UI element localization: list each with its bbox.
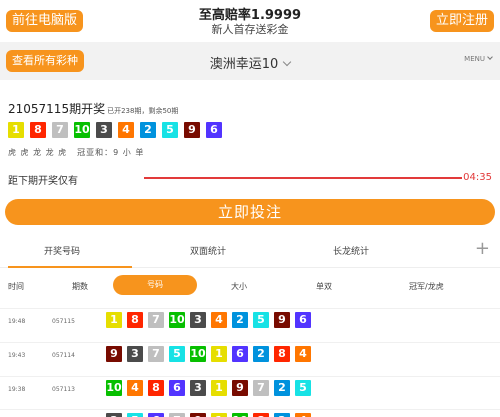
number-ball: 8: [274, 346, 290, 362]
number-ball: 2: [274, 380, 290, 396]
number-ball: 2: [274, 413, 290, 417]
chevron-down-icon: [283, 57, 292, 67]
number-ball: 6: [148, 413, 164, 417]
number-ball: 3: [96, 122, 112, 138]
number-ball: 5: [295, 380, 311, 396]
lottery-dropdown[interactable]: 澳洲幸运10: [0, 53, 500, 72]
number-ball: 8: [30, 122, 46, 138]
number-ball: 10: [74, 122, 90, 138]
number-ball: 7: [148, 346, 164, 362]
row-issue: 057113: [52, 386, 75, 393]
number-ball: 10: [190, 346, 206, 362]
number-ball: 5: [169, 346, 185, 362]
row-balls: 3 5 6 7 9 1 10 8 2 4: [106, 413, 311, 417]
number-ball: 6: [169, 380, 185, 396]
current-draw-balls: 1 8 7 10 3 4 2 5 9 6: [8, 122, 222, 138]
tab-draw-numbers[interactable]: 开奖号码: [44, 244, 80, 257]
filter-oddeven-button[interactable]: 单双: [316, 281, 332, 292]
draw-attributes: 虎 虎 龙 龙 虎冠亚和：9 小 单: [8, 147, 144, 158]
results-column-header: 时间 期数 号码 大小 单双 冠军/龙虎: [0, 275, 500, 297]
number-ball: 4: [118, 122, 134, 138]
filter-champion-button[interactable]: 冠军/龙虎: [409, 281, 444, 292]
number-ball: 2: [253, 346, 269, 362]
stats-tabs: 开奖号码 双面统计 长龙统计 +: [0, 237, 500, 268]
number-ball: 6: [232, 346, 248, 362]
row-time: 19:43: [8, 352, 26, 359]
countdown-time: 04:35: [463, 172, 492, 183]
number-ball: 1: [106, 312, 122, 328]
number-ball: 4: [211, 312, 227, 328]
menu-label: MENU: [464, 55, 485, 63]
number-ball: 1: [211, 346, 227, 362]
active-tab-indicator: [8, 266, 132, 268]
number-ball: 1: [211, 413, 227, 417]
number-ball: 3: [106, 413, 122, 417]
lottery-selector-bar: 查看所有彩种 澳洲幸运10 MENU: [0, 42, 500, 80]
number-ball: 8: [148, 380, 164, 396]
number-ball: 9: [106, 346, 122, 362]
bet-now-button[interactable]: 立即投注: [5, 199, 495, 225]
tab-two-sided-stats[interactable]: 双面统计: [190, 244, 226, 257]
promo-subtitle: 新人首存送彩金: [211, 23, 289, 36]
number-ball: 6: [295, 312, 311, 328]
number-ball: 7: [52, 122, 68, 138]
number-ball: 1: [211, 380, 227, 396]
number-ball: 7: [169, 413, 185, 417]
number-ball: 2: [140, 122, 156, 138]
menu-dropdown[interactable]: MENU: [464, 54, 493, 63]
number-ball: 8: [127, 312, 143, 328]
chevron-down-icon: [487, 54, 493, 60]
lottery-name: 澳洲幸运10: [209, 57, 279, 72]
issue-title: 21057115期开奖: [8, 102, 106, 116]
plus-icon[interactable]: +: [475, 238, 490, 259]
register-button[interactable]: 立即注册: [429, 10, 494, 32]
row-balls: 1 8 7 10 3 4 2 5 9 6: [106, 312, 311, 328]
number-ball: 4: [295, 346, 311, 362]
filter-size-button[interactable]: 大小: [231, 281, 247, 292]
draw-issue: 21057115期开奖 已开238期，剩余50期: [8, 100, 178, 117]
top-header: 前往电脑版 至高赔率1.9999 新人首存送彩金 立即注册: [0, 0, 500, 42]
row-issue: 057115: [52, 318, 75, 325]
number-ball: 7: [148, 312, 164, 328]
row-issue: 057114: [52, 352, 75, 359]
number-ball: 9: [232, 380, 248, 396]
number-ball: 3: [127, 346, 143, 362]
number-ball: 8: [253, 413, 269, 417]
number-ball: 2: [232, 312, 248, 328]
number-ball: 1: [8, 122, 24, 138]
number-ball: 9: [274, 312, 290, 328]
row-time: 19:48: [8, 318, 26, 325]
issue-info: 已开238期，剩余50期: [107, 107, 179, 115]
row-balls: 10 4 8 6 3 1 9 7 2 5: [106, 380, 311, 396]
countdown-label: 距下期开奖仅有: [8, 176, 78, 187]
col-issue: 期数: [72, 282, 88, 291]
number-ball: 9: [190, 413, 206, 417]
number-ball: 6: [206, 122, 222, 138]
filter-number-button[interactable]: 号码: [113, 275, 197, 295]
tab-long-dragon-stats[interactable]: 长龙统计: [333, 244, 369, 257]
row-balls: 9 3 7 5 10 1 6 2 8 4: [106, 346, 311, 362]
number-ball: 7: [253, 380, 269, 396]
number-ball: 5: [253, 312, 269, 328]
number-ball: 10: [169, 312, 185, 328]
sum-value: 9 小 单: [113, 148, 145, 157]
number-ball: 10: [106, 380, 122, 396]
number-ball: 4: [127, 380, 143, 396]
number-ball: 3: [190, 380, 206, 396]
sum-label: 冠亚和：: [77, 148, 114, 157]
number-ball: 3: [190, 312, 206, 328]
dragon-tiger-results: 虎 虎 龙 龙 虎: [8, 148, 68, 157]
number-ball: 10: [232, 413, 248, 417]
number-ball: 5: [127, 413, 143, 417]
number-ball: 5: [162, 122, 178, 138]
number-ball: 4: [295, 413, 311, 417]
row-time: 19:38: [8, 386, 26, 393]
number-ball: 9: [184, 122, 200, 138]
col-time: 时间: [8, 282, 24, 291]
countdown-progress-bar: [144, 177, 462, 179]
